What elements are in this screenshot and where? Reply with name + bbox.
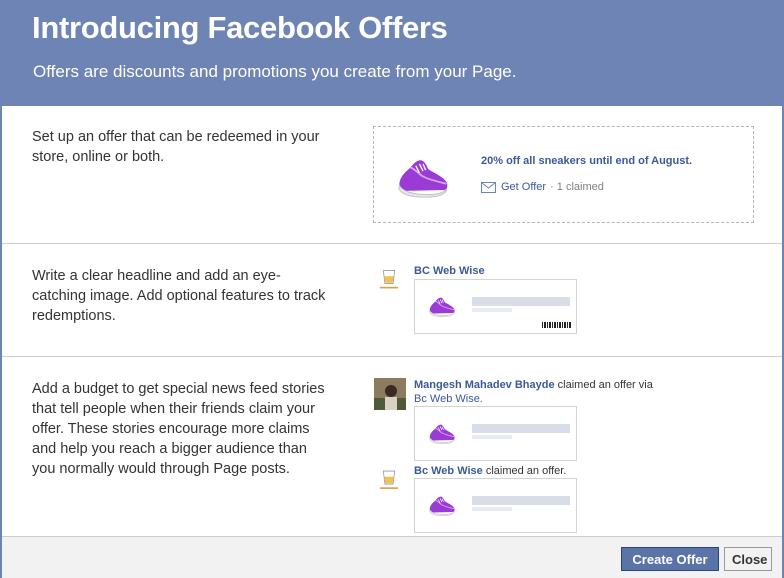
placeholder-headline [472,297,570,306]
mail-icon [481,181,496,193]
friend-name[interactable]: Mangesh Mahadev Bhayde [414,379,555,391]
section-divider [2,243,782,244]
dialog-footer: Create Offer Close [2,536,782,578]
placeholder-subline [472,435,512,439]
sneaker-icon [428,421,456,445]
page-logo-icon [376,463,402,497]
sneaker-icon [396,154,450,199]
page-story-name[interactable]: Bc Web Wise [414,465,483,477]
friend-story: Mangesh Mahadev Bhayde claimed an offer … [414,378,714,406]
claimed-count: · 1 claimed [550,181,604,193]
dialog-subtitle: Offers are discounts and promotions you … [33,62,517,81]
placeholder-headline [472,496,570,505]
user-avatar [374,378,406,410]
via-page-link[interactable]: Bc Web Wise. [414,393,483,405]
page-action: claimed an offer. [485,465,567,477]
offer-preview: 20% off all sneakers until end of August… [373,126,754,223]
section-2-description: Write a clear headline and add an eye-ca… [32,268,326,324]
dialog-title: Introducing Facebook Offers [32,10,448,45]
section-3-description: Add a budget to get special news feed st… [32,381,325,477]
offer-meta: Get Offer · 1 claimed [481,181,604,193]
offers-dialog: Introducing Facebook Offers Offers are d… [0,0,784,578]
page-story-card [414,478,577,533]
sneaker-icon [428,493,456,517]
sneaker-icon [428,294,456,318]
section-1-description: Set up an offer that can be redeemed in … [32,129,320,165]
page-story: Bc Web Wise claimed an offer. [414,464,714,478]
placeholder-headline [472,424,570,433]
friend-story-card [414,406,577,461]
get-offer-link[interactable]: Get Offer [501,181,546,193]
placeholder-subline [472,507,512,511]
friend-action: claimed an offer via [557,379,653,391]
section-divider [2,356,782,357]
page-name: BC Web Wise [414,265,485,277]
placeholder-subline [472,308,512,312]
barcode-icon [542,322,571,328]
close-button[interactable]: Close [724,547,772,571]
offer-card-preview [414,279,577,334]
create-offer-button[interactable]: Create Offer [621,547,719,571]
offer-title: 20% off all sneakers until end of August… [481,155,693,167]
dialog-header: Introducing Facebook Offers Offers are d… [2,0,782,106]
page-logo-icon [376,264,402,295]
